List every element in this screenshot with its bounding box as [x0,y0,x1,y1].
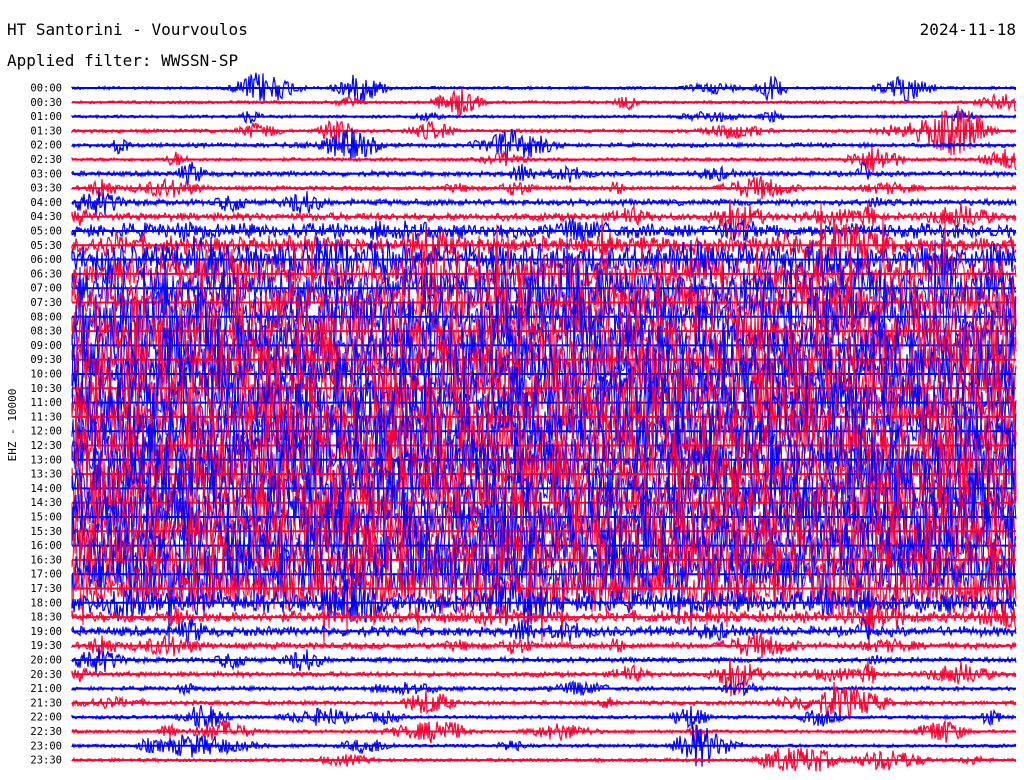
trace-label: 15:00 [30,512,62,524]
trace-label: 16:30 [30,554,62,566]
trace-label: 23:00 [30,740,62,752]
trace-label: 11:30 [30,411,62,423]
trace-label: 11:00 [30,397,62,409]
trace-label: 04:30 [30,211,62,223]
trace-line [71,108,1017,126]
trace-label: 09:00 [30,340,62,352]
trace-label: 14:00 [30,483,62,495]
trace-label: 05:00 [30,226,62,238]
trace-label: 14:30 [30,497,62,509]
trace-label: 01:30 [30,125,62,137]
trace-label: 23:30 [30,755,62,767]
trace-label: 13:30 [30,469,62,481]
trace-label: 19:30 [30,640,62,652]
trace-label: 21:00 [30,683,62,695]
trace-label: 04:00 [30,197,62,209]
trace-label: 07:00 [30,283,62,295]
trace-label: 22:00 [30,712,62,724]
trace-label: 10:00 [30,369,62,381]
trace-label: 10:30 [30,383,62,395]
trace-label: 12:00 [30,426,62,438]
trace-label: 19:00 [30,626,62,638]
trace-label: 20:30 [30,669,62,681]
trace-label: 17:00 [30,569,62,581]
trace-label: 18:30 [30,612,62,624]
trace-label: 17:30 [30,583,62,595]
trace-label: 21:30 [30,697,62,709]
trace-label: 02:30 [30,154,62,166]
trace-label: 16:00 [30,540,62,552]
channel-label: EHZ - 10000 [6,389,19,462]
trace-label: 06:30 [30,268,62,280]
trace-label: 02:00 [30,140,62,152]
trace-group [71,72,1017,772]
trace-label: 20:00 [30,655,62,667]
trace-label: 18:00 [30,597,62,609]
trace-label: 13:00 [30,454,62,466]
trace-label: 00:30 [30,97,62,109]
trace-label: 08:00 [30,311,62,323]
trace-label: 03:30 [30,183,62,195]
trace-label: 22:30 [30,726,62,738]
trace-label: 03:00 [30,168,62,180]
trace-label: 09:30 [30,354,62,366]
trace-label-group: 00:00 00:30 01:00 01:30 02:00 02:30 03:00 03:30… [30,83,62,767]
trace-label: 15:30 [30,526,62,538]
seismogram-plot: 00:00 00:30 01:00 01:30 02:00 02:30 03:00 03:30… [6,72,1017,772]
trace-label: 12:30 [30,440,62,452]
trace-label: 05:30 [30,240,62,252]
trace-label: 00:00 [30,83,62,95]
trace-label: 06:00 [30,254,62,266]
trace-label: 07:30 [30,297,62,309]
trace-label: 08:30 [30,326,62,338]
trace-label: 01:00 [30,111,62,123]
